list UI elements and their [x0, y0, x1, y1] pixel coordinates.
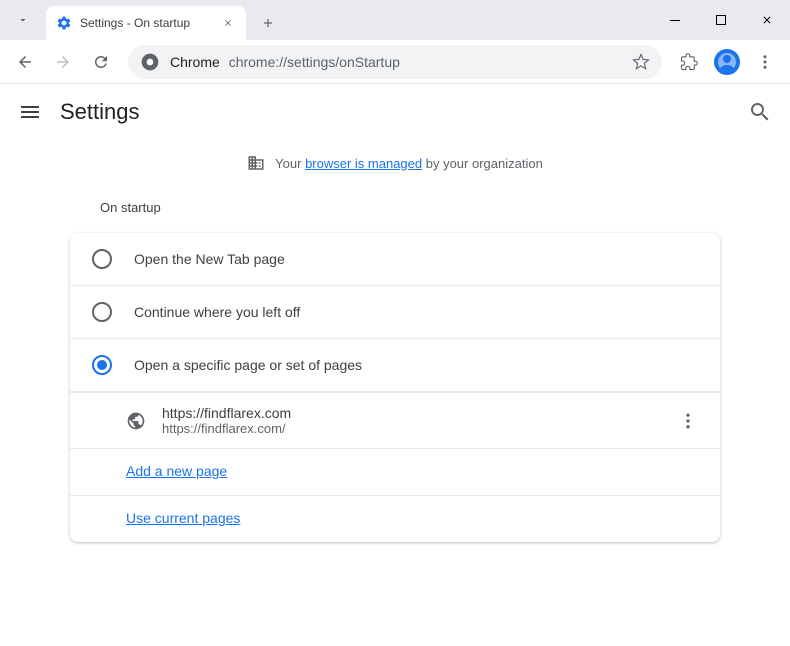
minimize-icon — [669, 14, 681, 26]
globe-icon — [126, 411, 146, 431]
tab-close-button[interactable] — [220, 15, 236, 31]
close-window-button[interactable] — [744, 0, 790, 40]
radio-continue[interactable]: Continue where you left off — [70, 285, 720, 338]
page-info: https://findflarex.com https://findflare… — [162, 405, 678, 436]
plus-icon — [261, 16, 275, 30]
reload-icon — [92, 53, 110, 71]
radio-label: Continue where you left off — [134, 304, 300, 320]
close-icon — [761, 14, 773, 26]
profile-button[interactable] — [710, 45, 744, 79]
radio-specific-pages[interactable]: Open a specific page or set of pages — [70, 338, 720, 392]
window-titlebar: Settings - On startup — [0, 0, 790, 40]
startup-page-title: https://findflarex.com — [162, 405, 678, 421]
browser-toolbar: Chrome chrome://settings/onStartup — [0, 40, 790, 84]
radio-label: Open the New Tab page — [134, 251, 285, 267]
radio-icon — [92, 249, 112, 269]
search-button[interactable] — [748, 100, 772, 124]
managed-banner: Your browser is managed by your organiza… — [0, 140, 790, 190]
star-icon — [632, 53, 650, 71]
omnibox-url: chrome://settings/onStartup — [229, 54, 400, 70]
use-current-link[interactable]: Use current pages — [126, 510, 240, 526]
radio-icon — [92, 302, 112, 322]
gear-icon — [56, 15, 72, 31]
radio-new-tab[interactable]: Open the New Tab page — [70, 233, 720, 285]
dots-vertical-icon — [756, 53, 774, 71]
omnibox[interactable]: Chrome chrome://settings/onStartup — [128, 45, 662, 79]
avatar-icon — [714, 49, 740, 75]
tab-title: Settings - On startup — [80, 16, 220, 30]
building-icon — [247, 154, 265, 172]
add-page-link[interactable]: Add a new page — [126, 463, 227, 479]
omnibox-prefix: Chrome — [170, 54, 220, 70]
managed-link[interactable]: browser is managed — [305, 156, 422, 171]
maximize-icon — [715, 14, 727, 26]
tab-search-dropdown[interactable] — [6, 3, 40, 37]
chevron-down-icon — [17, 14, 29, 26]
startup-card: Open the New Tab page Continue where you… — [70, 233, 720, 542]
settings-content: On startup Open the New Tab page Continu… — [0, 190, 790, 542]
new-tab-button[interactable] — [254, 9, 282, 37]
minimize-button[interactable] — [652, 0, 698, 40]
add-page-row: Add a new page — [70, 448, 720, 495]
extensions-button[interactable] — [672, 45, 706, 79]
close-icon — [223, 18, 233, 28]
chrome-icon — [140, 52, 160, 72]
back-button[interactable] — [8, 45, 42, 79]
puzzle-icon — [680, 53, 698, 71]
arrow-right-icon — [54, 53, 72, 71]
section-title: On startup — [70, 190, 720, 233]
startup-page-row: https://findflarex.com https://findflare… — [70, 392, 720, 448]
browser-tab[interactable]: Settings - On startup — [46, 6, 246, 40]
radio-icon — [92, 355, 112, 375]
page-title: Settings — [60, 99, 748, 125]
page-more-button[interactable] — [678, 411, 698, 431]
chrome-menu-button[interactable] — [748, 45, 782, 79]
maximize-button[interactable] — [698, 0, 744, 40]
reload-button[interactable] — [84, 45, 118, 79]
settings-header: Settings — [0, 84, 790, 140]
startup-page-url: https://findflarex.com/ — [162, 421, 678, 436]
hamburger-menu-button[interactable] — [18, 100, 42, 124]
arrow-left-icon — [16, 53, 34, 71]
window-controls — [652, 0, 790, 40]
managed-text: Your browser is managed by your organiza… — [275, 156, 543, 171]
use-current-row: Use current pages — [70, 495, 720, 542]
bookmark-button[interactable] — [632, 53, 650, 71]
forward-button[interactable] — [46, 45, 80, 79]
radio-label: Open a specific page or set of pages — [134, 357, 362, 373]
